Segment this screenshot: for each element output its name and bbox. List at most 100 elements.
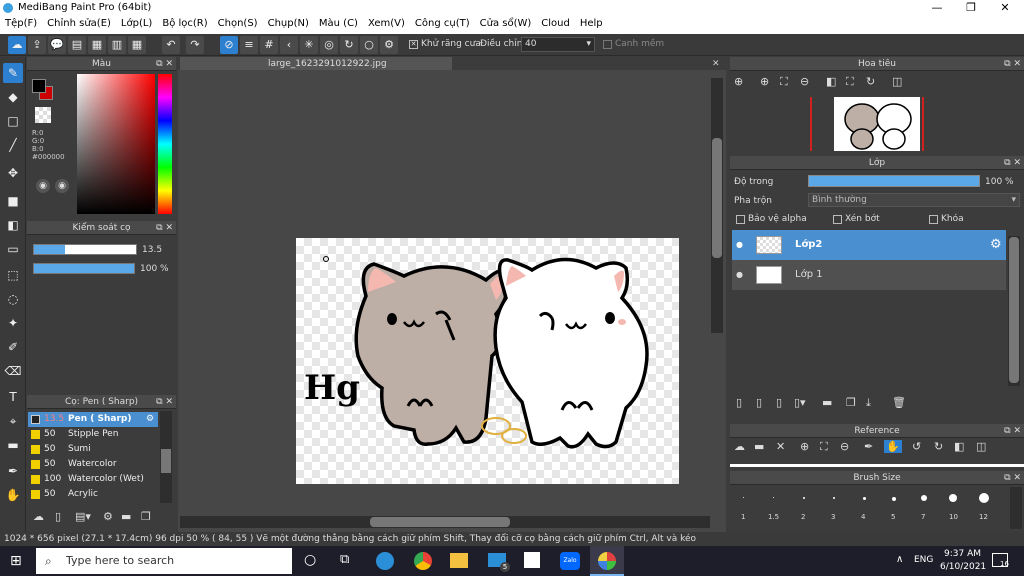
- hue-slider[interactable]: [158, 74, 172, 214]
- brush-size-dot[interactable]: [773, 497, 774, 498]
- fill-rect-icon[interactable]: ■: [3, 191, 23, 211]
- duplicate-icon[interactable]: ❐: [141, 510, 151, 523]
- eyedropper-icon[interactable]: ✒: [864, 440, 873, 453]
- file-explorer-icon[interactable]: [450, 553, 468, 568]
- close-button[interactable]: ✕: [988, 0, 1022, 16]
- move-tool-icon[interactable]: ✥: [3, 163, 23, 183]
- divide-tool-icon[interactable]: ⌖: [3, 411, 23, 431]
- cloud-icon[interactable]: ☁: [8, 36, 26, 54]
- antialias-checkbox[interactable]: ✕: [409, 40, 418, 49]
- rotate-left-icon[interactable]: ↺: [912, 440, 921, 453]
- menu-snap[interactable]: Chụp(N): [263, 16, 314, 34]
- panel-close-icon[interactable]: ⧉ ✕: [1004, 471, 1021, 485]
- new-layer-icon[interactable]: ▯: [736, 396, 742, 409]
- snap-off-icon[interactable]: ⊘: [220, 36, 238, 54]
- panel-close-icon[interactable]: ⧉ ✕: [156, 57, 173, 71]
- blend-mode-select[interactable]: Bình thường ▾: [808, 193, 1020, 207]
- panel-close-icon[interactable]: ⧉ ✕: [156, 395, 173, 409]
- gradient-tool-icon[interactable]: ▭: [3, 239, 23, 259]
- menu-help[interactable]: Help: [575, 16, 608, 34]
- rect-tool-icon[interactable]: □: [3, 111, 23, 131]
- line-tool-icon[interactable]: ╱: [3, 135, 23, 155]
- store-icon[interactable]: [524, 552, 540, 568]
- snap-radial-icon[interactable]: ✳: [300, 36, 318, 54]
- brush-size-dot[interactable]: [921, 495, 927, 501]
- soft-edge-checkbox[interactable]: [603, 40, 612, 49]
- snap-grid-icon[interactable]: #: [260, 36, 278, 54]
- layer-scrollbar[interactable]: [1008, 236, 1020, 386]
- palette-add-icon[interactable]: ◉: [55, 179, 69, 193]
- fullscreen-icon[interactable]: ⛶: [846, 75, 854, 89]
- new-8bit-layer-icon[interactable]: ▯: [776, 396, 782, 409]
- brush-size-dot[interactable]: [892, 497, 896, 501]
- fit-icon[interactable]: ⛶: [780, 75, 788, 89]
- brush-size-scrollbar[interactable]: [1010, 487, 1022, 529]
- horizontal-scrollbar[interactable]: [180, 516, 710, 528]
- fit-icon[interactable]: ⛶: [820, 440, 828, 454]
- transparent-swatch[interactable]: [35, 107, 51, 123]
- scroll-thumb[interactable]: [370, 517, 510, 527]
- visibility-icon[interactable]: ●: [736, 260, 743, 290]
- saturation-value-picker[interactable]: [77, 74, 155, 214]
- snap-curve-icon[interactable]: ↻: [340, 36, 358, 54]
- language-indicator[interactable]: ENG: [914, 555, 933, 565]
- hand-tool-icon[interactable]: ✋: [3, 485, 23, 505]
- brush-item[interactable]: 13.5 Pen ( Sharp) ⚙: [28, 412, 158, 427]
- visibility-icon[interactable]: ●: [736, 230, 743, 260]
- layer-row[interactable]: ● Lớp2 ⚙: [732, 230, 1006, 260]
- navigator-thumbnail[interactable]: [834, 97, 920, 151]
- flip-icon[interactable]: ◧: [954, 440, 964, 453]
- zoom-in-icon[interactable]: ⊕: [760, 75, 769, 88]
- brush-settings-icon[interactable]: ⚙: [103, 510, 113, 523]
- flip-icon[interactable]: ◧: [826, 75, 836, 88]
- task-view-icon[interactable]: ⧉: [340, 552, 349, 567]
- chevron-up-icon[interactable]: ∧: [896, 554, 903, 565]
- new-halftone-layer-icon[interactable]: ▯: [756, 396, 762, 409]
- clock-date[interactable]: 6/10/2021: [940, 562, 986, 572]
- chrome-icon[interactable]: [414, 552, 432, 570]
- zoom-in-icon[interactable]: ⊕: [800, 440, 809, 453]
- brush-item[interactable]: 50 Stipple Pen: [28, 427, 158, 442]
- maximize-button[interactable]: ❐: [954, 0, 988, 16]
- page-icon[interactable]: ▦: [88, 36, 106, 54]
- document-tab[interactable]: large_1623291012922.jpg: [180, 57, 452, 71]
- share-icon[interactable]: ⇪: [28, 36, 46, 54]
- snap-perspective-icon[interactable]: ‹: [280, 36, 298, 54]
- primary-color-swatch[interactable]: [32, 79, 46, 93]
- select-eraser-icon[interactable]: ⌫: [3, 361, 23, 381]
- menu-cloud[interactable]: Cloud: [536, 16, 575, 34]
- brush-item[interactable]: 100 Watercolor (Wet): [28, 472, 158, 487]
- panel-close-icon[interactable]: ⧉ ✕: [1004, 156, 1021, 170]
- lock-checkbox[interactable]: [929, 215, 938, 224]
- scroll-thumb[interactable]: [161, 449, 171, 473]
- scroll-thumb[interactable]: [1009, 237, 1019, 383]
- comment-icon[interactable]: 💬: [48, 36, 66, 54]
- clipping-checkbox[interactable]: [833, 215, 842, 224]
- zoom-in-icon[interactable]: ⊕: [734, 75, 743, 88]
- add-layer-menu-icon[interactable]: ▯▾: [794, 396, 806, 409]
- merge-layer-icon[interactable]: ⤓: [866, 396, 871, 410]
- select-rect-icon[interactable]: ⬚: [3, 265, 23, 285]
- layer-opacity-slider[interactable]: [808, 175, 980, 187]
- zoom-out-icon[interactable]: ⊖: [800, 75, 809, 88]
- delete-layer-icon[interactable]: 🗑: [892, 396, 906, 409]
- menu-tools[interactable]: Công cụ(T): [410, 16, 475, 34]
- panel-close-icon[interactable]: ⧉ ✕: [1004, 57, 1021, 71]
- brush-list-scrollbar[interactable]: [160, 411, 172, 503]
- rotate-icon[interactable]: ↻: [934, 440, 943, 453]
- folder-icon[interactable]: ▬: [121, 510, 131, 523]
- protect-alpha-checkbox[interactable]: [736, 215, 745, 224]
- zoom-out-icon[interactable]: ⊖: [840, 440, 849, 453]
- snap-parallel-icon[interactable]: ≡: [240, 36, 258, 54]
- adjust-input[interactable]: 40 ▾: [521, 37, 595, 52]
- magic-wand-icon[interactable]: ✦: [3, 313, 23, 333]
- brush-size-dot[interactable]: [863, 497, 866, 500]
- gear-icon[interactable]: ⚙: [146, 412, 154, 427]
- menu-select[interactable]: Chọn(S): [213, 16, 263, 34]
- bucket-tool-icon[interactable]: ◧: [3, 215, 23, 235]
- menu-color[interactable]: Màu (C): [314, 16, 363, 34]
- menu-edit[interactable]: Chỉnh sửa(E): [42, 16, 116, 34]
- minimize-button[interactable]: —: [920, 0, 954, 16]
- folder-icon[interactable]: ▬: [754, 440, 764, 453]
- close-icon[interactable]: ✕: [712, 57, 726, 71]
